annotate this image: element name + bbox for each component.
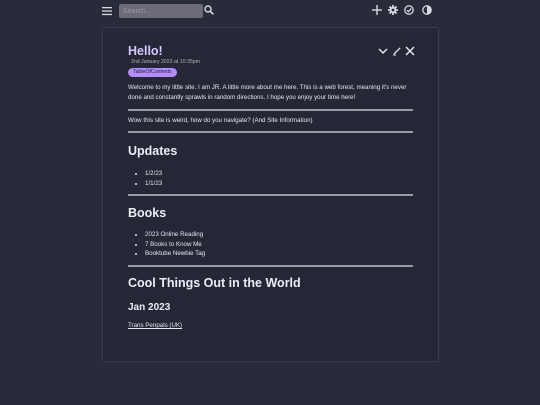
top-bar: [0, 0, 540, 22]
intro-paragraph: Welcome to my little site. I am JR. A li…: [128, 84, 407, 101]
search-icon[interactable]: [204, 5, 214, 15]
list-item[interactable]: 2023 Online Reading: [145, 230, 205, 240]
month-subheading: Jan 2023: [128, 302, 171, 313]
list-item[interactable]: 1/2/23: [145, 169, 162, 179]
divider: [128, 194, 413, 196]
divider: [128, 109, 413, 111]
list-item[interactable]: 7 Books to Know Me: [145, 240, 205, 250]
divider: [128, 131, 413, 133]
chevron-down-icon[interactable]: [378, 46, 388, 56]
story-card: Hello! 2nd January 2023 at 10:35pm Table…: [102, 27, 439, 362]
plus-icon[interactable]: [372, 5, 382, 15]
check-circle-icon[interactable]: [404, 5, 414, 15]
updates-heading: Updates: [128, 144, 178, 158]
card-actions: [378, 45, 418, 57]
card-title: Hello!: [128, 44, 163, 58]
search-input[interactable]: [119, 4, 203, 18]
navigation-link[interactable]: Wow this site is weird, how do you navig…: [128, 117, 313, 124]
hamburger-menu-icon[interactable]: [102, 6, 112, 16]
close-icon[interactable]: [405, 46, 415, 56]
card-date: 2nd January 2023 at 10:35pm: [131, 59, 200, 65]
books-heading: Books: [128, 206, 167, 220]
contrast-icon[interactable]: [422, 5, 432, 15]
books-list: 2023 Online Reading 7 Books to Know Me B…: [145, 230, 205, 259]
list-item[interactable]: 1/1/23: [145, 179, 162, 189]
updates-list: 1/2/23 1/1/23: [145, 169, 162, 188]
list-item[interactable]: Booktube Newbie Tag: [145, 249, 205, 259]
edit-icon[interactable]: [392, 46, 402, 56]
divider: [128, 265, 413, 267]
external-link[interactable]: Trans Penpals (UK): [128, 322, 182, 329]
cool-things-heading: Cool Things Out in the World: [128, 276, 301, 290]
tag-badge[interactable]: TableOfContents: [128, 68, 177, 77]
gear-icon[interactable]: [388, 5, 398, 15]
